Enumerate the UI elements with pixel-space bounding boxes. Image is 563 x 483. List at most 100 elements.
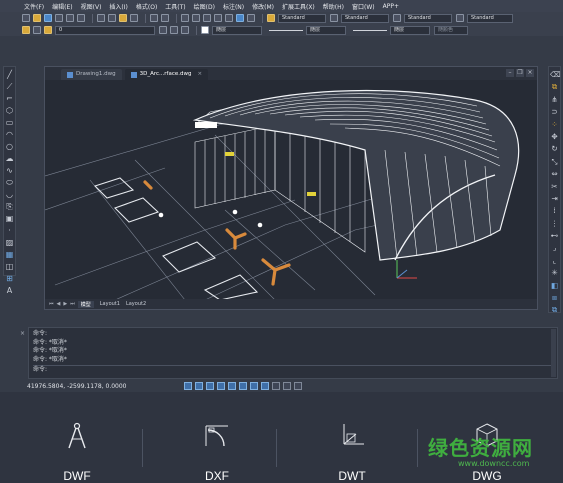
- fillet-icon[interactable]: ⌞: [550, 256, 559, 265]
- line-icon[interactable]: ╱: [5, 70, 14, 79]
- table-icon[interactable]: ⊞: [5, 274, 14, 283]
- rectangle-icon[interactable]: ▭: [5, 118, 14, 127]
- layer-isolate-icon[interactable]: [181, 26, 189, 34]
- gradient-icon[interactable]: ▦: [5, 250, 14, 259]
- tab-layout2[interactable]: Layout2: [126, 301, 146, 307]
- ortho-mode-icon[interactable]: [206, 382, 214, 390]
- restore-icon[interactable]: ❐: [516, 69, 524, 77]
- erase-icon[interactable]: ⌫: [550, 70, 561, 79]
- tab-layout1[interactable]: Layout1: [100, 301, 120, 307]
- zoom-previous-icon[interactable]: [214, 14, 222, 22]
- menu-app[interactable]: APP+: [383, 3, 399, 10]
- lineweight-select[interactable]: 随层: [390, 25, 430, 35]
- draw-order-icon[interactable]: ⧈: [550, 293, 559, 302]
- make-block-icon[interactable]: ▣: [5, 214, 14, 223]
- minimize-icon[interactable]: –: [506, 69, 514, 77]
- explode-icon[interactable]: ✳: [550, 268, 559, 277]
- group-icon[interactable]: ⧉: [550, 305, 559, 314]
- transparency-icon[interactable]: [283, 382, 291, 390]
- model-space-canvas[interactable]: [45, 80, 538, 300]
- first-layout-icon[interactable]: ⏮: [49, 301, 54, 307]
- menu-express-tools[interactable]: 扩展工具(X): [282, 2, 315, 11]
- polyline-icon[interactable]: ⌐: [5, 94, 14, 103]
- menu-file[interactable]: 文件(F): [24, 2, 44, 11]
- menu-draw[interactable]: 绘图(D): [194, 2, 215, 11]
- dynamic-ucs-icon[interactable]: [250, 382, 258, 390]
- properties-icon[interactable]: [225, 14, 233, 22]
- match-properties-icon[interactable]: [130, 14, 138, 22]
- move-icon[interactable]: ✥: [550, 132, 559, 141]
- save-icon[interactable]: [44, 14, 52, 22]
- make-current-icon[interactable]: [159, 26, 167, 34]
- mirror-icon[interactable]: ⋔: [550, 95, 559, 104]
- copy-icon[interactable]: [108, 14, 116, 22]
- ellipse-icon[interactable]: ⬭: [5, 178, 14, 187]
- menu-format[interactable]: 格式(O): [136, 2, 157, 11]
- region-icon[interactable]: ◫: [5, 262, 14, 271]
- object-snap-tracking-icon[interactable]: [239, 382, 247, 390]
- menu-help[interactable]: 帮助(H): [323, 2, 344, 11]
- dim-style-select[interactable]: Standard: [341, 13, 389, 23]
- layer-walk-icon[interactable]: ◧: [550, 281, 559, 290]
- point-icon[interactable]: ·: [5, 226, 14, 235]
- copy-object-icon[interactable]: ⧉: [550, 82, 559, 91]
- new-file-icon[interactable]: [22, 14, 30, 22]
- menu-window[interactable]: 窗口(W): [352, 2, 375, 11]
- design-center-icon[interactable]: [236, 14, 244, 22]
- stretch-icon[interactable]: ⇔: [550, 169, 559, 178]
- zoom-window-icon[interactable]: [203, 14, 211, 22]
- prev-layout-icon[interactable]: ◀: [57, 301, 61, 307]
- array-icon[interactable]: ⁘: [550, 120, 559, 129]
- lineweight-icon[interactable]: [272, 382, 280, 390]
- tab-model[interactable]: 模型: [77, 300, 94, 308]
- publish-icon[interactable]: [77, 14, 85, 22]
- chamfer-icon[interactable]: ⌟: [550, 243, 559, 252]
- arc-icon[interactable]: ◠: [5, 130, 14, 139]
- text-style-select[interactable]: Standard: [278, 13, 326, 23]
- layer-previous-icon[interactable]: [170, 26, 178, 34]
- redo-icon[interactable]: [161, 14, 169, 22]
- layer-state-icon[interactable]: [33, 26, 41, 34]
- offset-icon[interactable]: ⊃: [550, 107, 559, 116]
- preview-icon[interactable]: [66, 14, 74, 22]
- spline-icon[interactable]: ∿: [5, 166, 14, 175]
- menu-modify[interactable]: 修改(M): [252, 2, 274, 11]
- ellipse-arc-icon[interactable]: ◡: [5, 190, 14, 199]
- grid-display-icon[interactable]: [195, 382, 203, 390]
- menu-insert[interactable]: 插入(I): [109, 2, 127, 11]
- linetype-select[interactable]: 随层: [306, 25, 346, 35]
- snap-mode-icon[interactable]: [184, 382, 192, 390]
- layer-select[interactable]: 0: [55, 25, 155, 35]
- next-layout-icon[interactable]: ▶: [63, 301, 67, 307]
- hatch-icon[interactable]: ▨: [5, 238, 14, 247]
- rotate-icon[interactable]: ↻: [550, 144, 559, 153]
- command-scrollbar[interactable]: [551, 329, 556, 377]
- menu-edit[interactable]: 编辑(E): [52, 2, 72, 11]
- command-input[interactable]: 命令:: [33, 365, 553, 374]
- command-close-icon[interactable]: ×: [20, 330, 25, 337]
- dynamic-input-icon[interactable]: [261, 382, 269, 390]
- break-icon[interactable]: ⋮: [550, 219, 559, 228]
- menu-view[interactable]: 视图(V): [81, 2, 102, 11]
- layer-manager-icon[interactable]: [22, 26, 30, 34]
- revision-cloud-icon[interactable]: ☁: [5, 154, 14, 163]
- polar-tracking-icon[interactable]: [217, 382, 225, 390]
- quick-properties-icon[interactable]: [294, 382, 302, 390]
- menu-dimension[interactable]: 标注(N): [223, 2, 244, 11]
- open-folder-icon[interactable]: [33, 14, 41, 22]
- color-select[interactable]: 随层: [212, 25, 262, 35]
- cut-icon[interactable]: [97, 14, 105, 22]
- undo-icon[interactable]: [150, 14, 158, 22]
- paste-icon[interactable]: [119, 14, 127, 22]
- plotstyle-select[interactable]: 随颜色: [434, 25, 468, 35]
- tool-palette-icon[interactable]: [247, 14, 255, 22]
- object-snap-icon[interactable]: [228, 382, 236, 390]
- menu-tools[interactable]: 工具(T): [165, 2, 185, 11]
- last-layout-icon[interactable]: ⏭: [70, 301, 75, 307]
- tab-3d-arc-surface[interactable]: 3D_Arc...rface.dwg ×: [124, 69, 209, 80]
- multiline-text-icon[interactable]: A: [5, 286, 14, 295]
- join-icon[interactable]: ⊷: [550, 231, 559, 240]
- table-style-select[interactable]: Standard: [404, 13, 452, 23]
- multileader-style-select[interactable]: Standard: [467, 13, 513, 23]
- print-icon[interactable]: [55, 14, 63, 22]
